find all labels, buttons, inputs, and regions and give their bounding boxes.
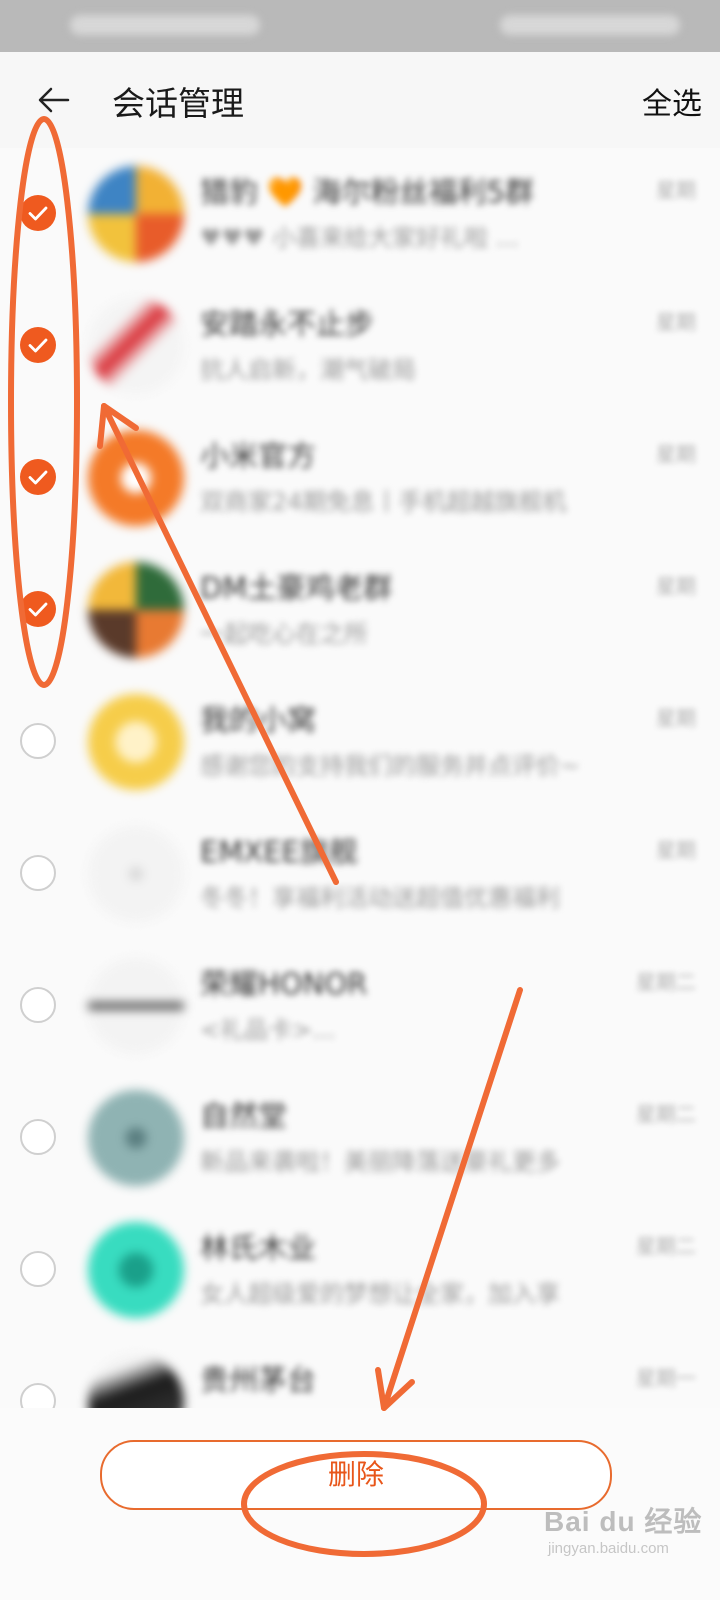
conversation-time: 星期 (656, 838, 696, 862)
conversation-row[interactable]: EMXEE旗舰 冬冬！享福利活动送超值优惠福利 星期 (0, 808, 720, 940)
conversation-name: 林氏木业 (200, 1231, 317, 1265)
header: 会话管理 全选 (0, 52, 720, 148)
conversation-row[interactable]: 自然堂 新品来袭啦！美丽降落送豪礼更多 星期二 (0, 1072, 720, 1204)
checkbox-checked[interactable] (20, 327, 56, 363)
conversation-time: 星期 (656, 310, 696, 334)
checkbox-unchecked[interactable] (20, 987, 56, 1023)
conversation-row[interactable]: 小米官方 双商家24期免息丨手机超越旗舰机 星期 (0, 412, 720, 544)
conversation-row[interactable]: 林氏木业 女人超级爱的梦想让全家，加入享 星期二 (0, 1204, 720, 1336)
conversation-time: 星期 (656, 178, 696, 202)
conversation-time: 星期二 (636, 1102, 696, 1126)
checkbox-checked[interactable] (20, 591, 56, 627)
avatar (88, 694, 184, 790)
conversation-time: 星期 (656, 706, 696, 730)
checkmark-icon (28, 338, 48, 353)
conversation-content: 林氏木业女人超级爱的梦想让全家，加入享 (200, 1228, 660, 1314)
conversation-name: 小米官方 (200, 439, 317, 473)
conversation-time: 星期 (656, 442, 696, 466)
conversation-row[interactable]: 我的小窝 感谢您的支持我们的服务并点评价~ 星期 (0, 676, 720, 808)
avatar (88, 430, 184, 526)
conversation-time: 星期二 (636, 970, 696, 994)
conversation-name: DM土豪鸡老群 (200, 571, 393, 605)
conversation-time: 星期 (656, 574, 696, 598)
watermark-url: jingyan.baidu.com (548, 1540, 669, 1557)
conversation-name: 猎豹 🧡 海尔粉丝福利5群 (200, 175, 534, 209)
avatar (88, 298, 184, 394)
status-bar (0, 0, 720, 52)
conversation-row[interactable]: 荣耀HONOR <礼品卡>... 星期二 (0, 940, 720, 1072)
checkmark-icon (28, 206, 48, 221)
conversation-content: 自然堂新品来袭啦！美丽降落送豪礼更多 (200, 1096, 660, 1182)
conversation-name: 自然堂 (200, 1099, 288, 1133)
conversation-preview: ♥♥♥ 小喜来给大家好礼啦 ... (200, 224, 519, 252)
avatar (88, 166, 184, 262)
conversation-row[interactable]: 猎豹 🧡 海尔粉丝福利5群 ♥♥♥ 小喜来给大家好礼啦 ... 星期 (0, 148, 720, 280)
status-right-blur (500, 15, 680, 35)
conversation-preview: 女人超级爱的梦想让全家，加入享 (200, 1280, 560, 1308)
avatar (88, 958, 184, 1054)
back-button[interactable] (30, 76, 78, 124)
conversation-content: 安踏永不止步抗人启新，潮气破局 (200, 304, 660, 390)
conversation-name: 荣耀HONOR (200, 967, 368, 1001)
conversation-preview: 新品来袭啦！美丽降落送豪礼更多 (200, 1148, 560, 1176)
conversation-content: 小米官方双商家24期免息丨手机超越旗舰机 (200, 436, 660, 522)
conversation-content: 荣耀HONOR <礼品卡>... (200, 964, 660, 1050)
conversation-name: 我的小窝 (200, 703, 317, 737)
conversation-time: 星期一 (636, 1366, 696, 1390)
conversation-content: 猎豹 🧡 海尔粉丝福利5群 ♥♥♥ 小喜来给大家好礼啦 ... (200, 172, 660, 258)
select-all-button[interactable]: 全选 (642, 79, 702, 123)
conversation-preview: 感谢您的支持我们的服务并点评价~ (200, 752, 581, 780)
conversation-preview: 一起吃心在之所 (200, 620, 368, 648)
conversation-row[interactable]: DM土豪鸡老群 一起吃心在之所 星期 (0, 544, 720, 676)
conversation-name: 贵州茅台 (200, 1363, 317, 1397)
checkbox-checked[interactable] (20, 195, 56, 231)
conversation-name: EMXEE旗舰 (200, 835, 358, 869)
conversation-time: 星期二 (636, 1234, 696, 1258)
avatar (88, 826, 184, 922)
checkmark-icon (28, 602, 48, 617)
checkbox-unchecked[interactable] (20, 1119, 56, 1155)
delete-button[interactable]: 删除 (100, 1440, 612, 1510)
conversation-list: 猎豹 🧡 海尔粉丝福利5群 ♥♥♥ 小喜来给大家好礼啦 ... 星期 安踏永不止步 抗人… (0, 148, 720, 1436)
conversation-preview: <礼品卡>... (200, 1016, 336, 1044)
checkbox-checked[interactable] (20, 459, 56, 495)
conversation-content: 我的小窝感谢您的支持我们的服务并点评价~ (200, 700, 660, 786)
avatar (88, 1090, 184, 1186)
checkbox-unchecked[interactable] (20, 855, 56, 891)
baidu-watermark: Bai du 经验 jingyan.baidu.com (544, 1500, 714, 1590)
conversation-row[interactable]: 安踏永不止步 抗人启新，潮气破局 星期 (0, 280, 720, 412)
avatar (88, 1222, 184, 1318)
checkmark-icon (28, 470, 48, 485)
checkbox-unchecked[interactable] (20, 723, 56, 759)
avatar (88, 562, 184, 658)
conversation-name: 安踏永不止步 (200, 307, 375, 341)
checkbox-unchecked[interactable] (20, 1251, 56, 1287)
watermark-logo-text: Bai du 经验 (544, 1506, 703, 1537)
conversation-content: EMXEE旗舰冬冬！享福利活动送超值优惠福利 (200, 832, 660, 918)
conversation-preview: 抗人启新，潮气破局 (200, 356, 416, 384)
page-title: 会话管理 (112, 84, 244, 123)
arrow-left-icon (38, 87, 70, 113)
conversation-content: DM土豪鸡老群一起吃心在之所 (200, 568, 660, 654)
conversation-preview: 冬冬！享福利活动送超值优惠福利 (200, 884, 560, 912)
conversation-preview: 双商家24期免息丨手机超越旗舰机 (200, 488, 567, 516)
status-left-blur (70, 15, 260, 35)
